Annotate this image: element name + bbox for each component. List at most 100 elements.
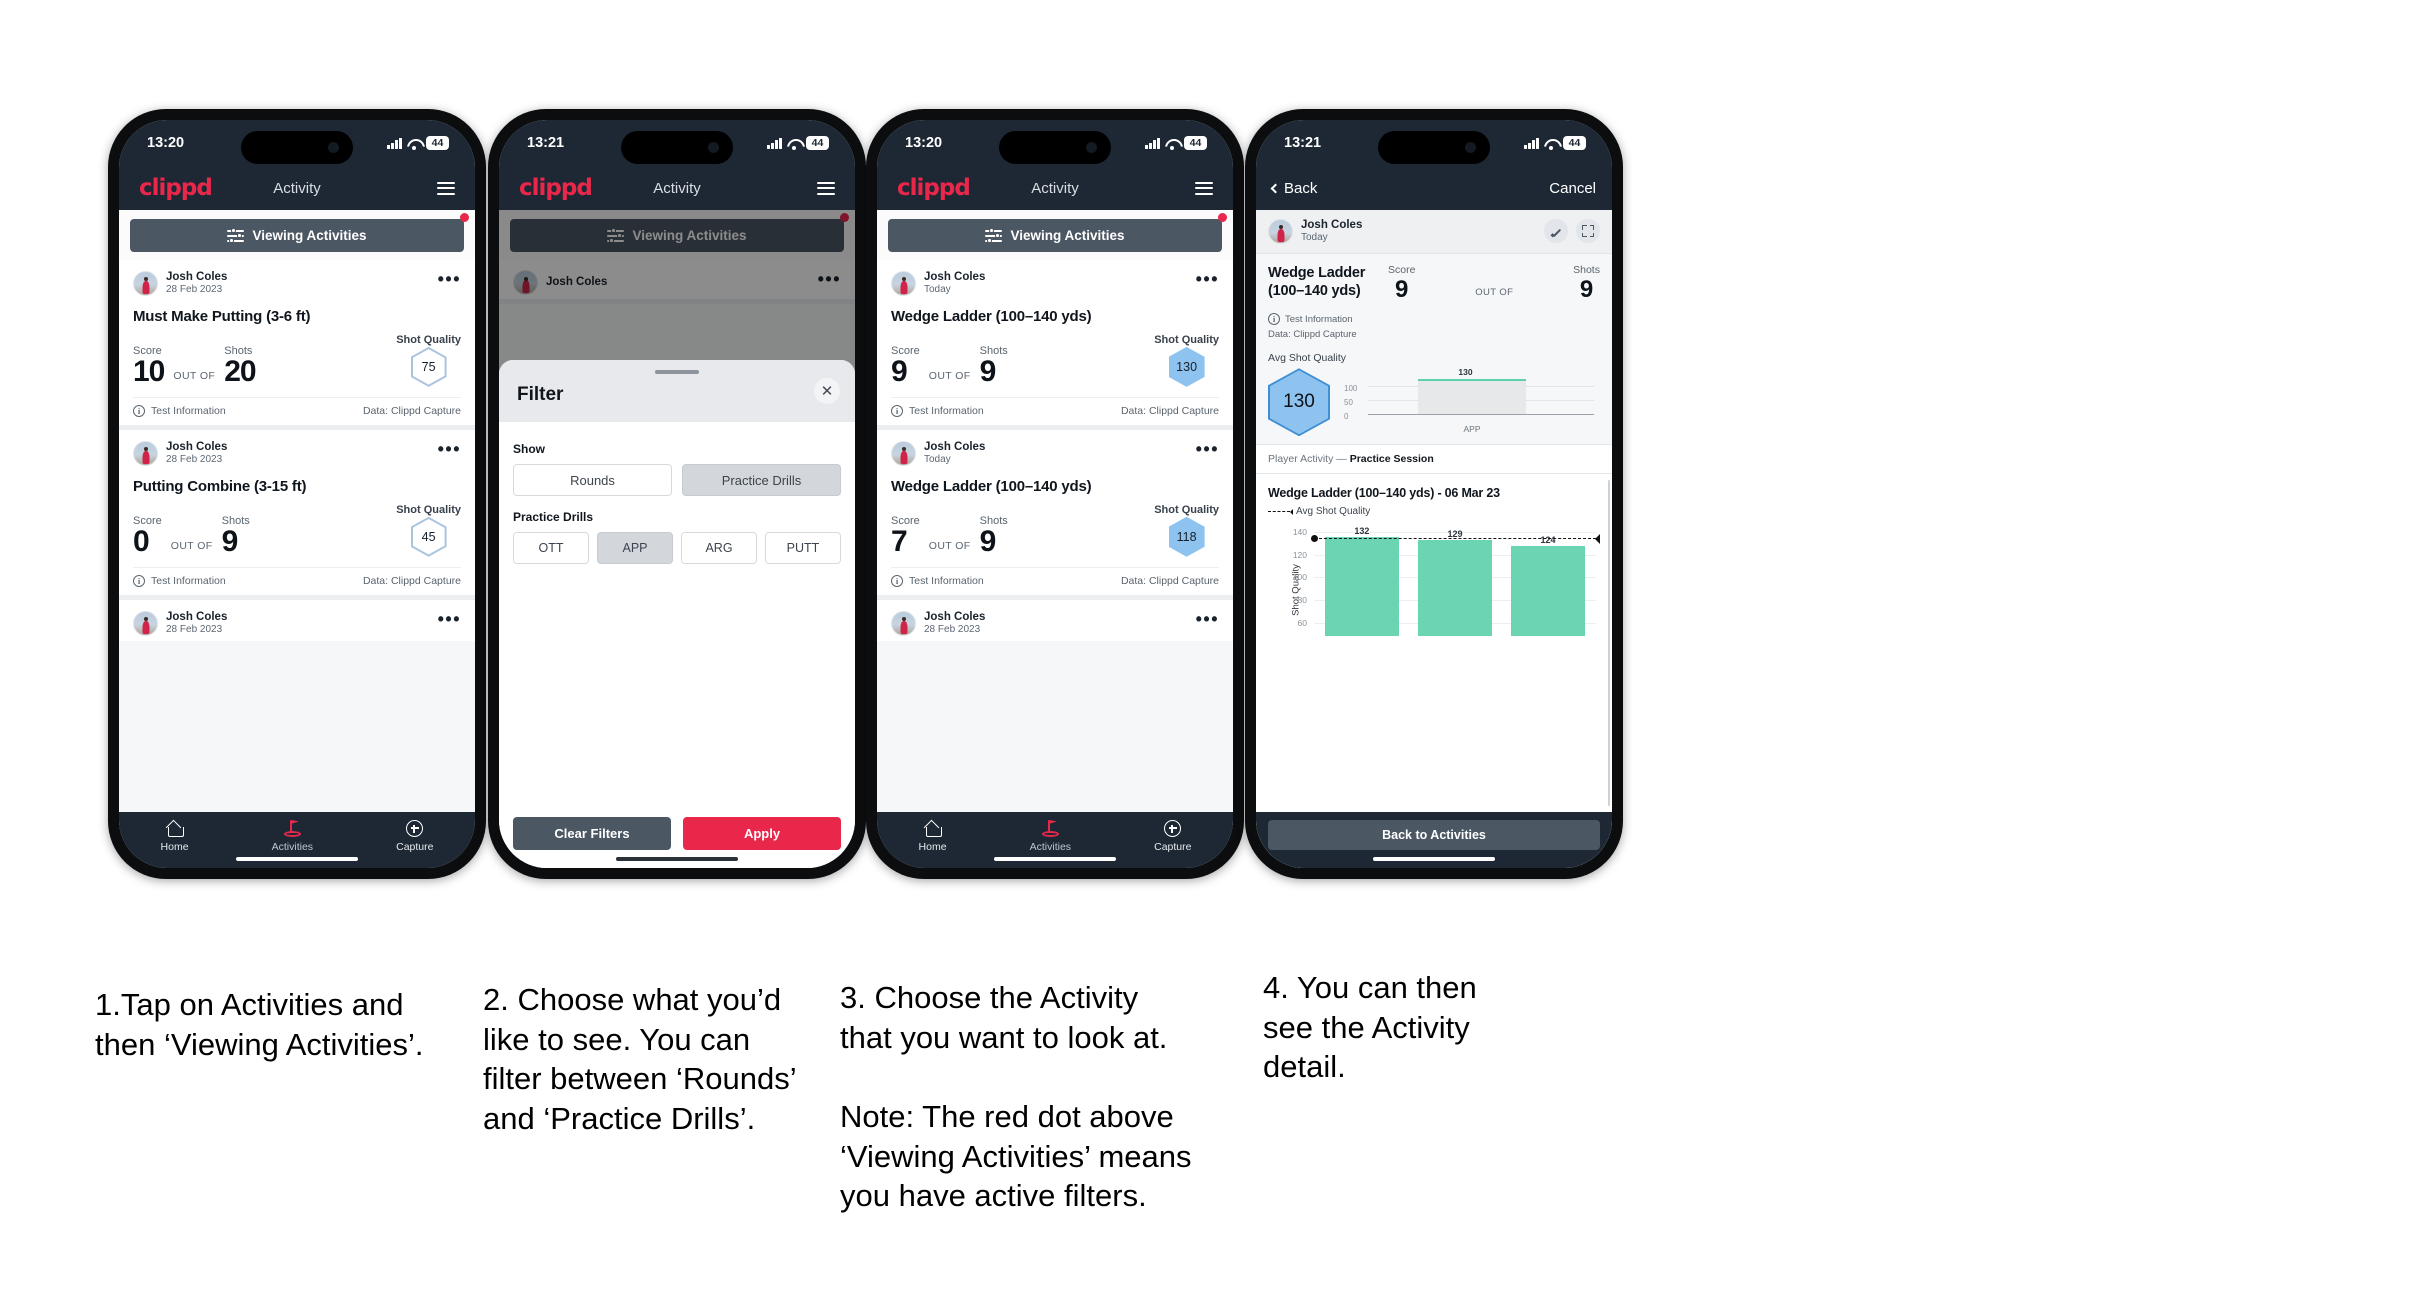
chip-ott[interactable]: OTT — [513, 532, 589, 564]
notch — [241, 131, 353, 164]
mini-bar-value: 130 — [1458, 367, 1473, 378]
ytick: 80 — [1297, 595, 1307, 606]
test-information-label[interactable]: Test Information — [151, 405, 226, 417]
chip-arg[interactable]: ARG — [681, 532, 757, 564]
test-information-label[interactable]: Test Information — [151, 575, 226, 587]
activity-date: 28 Feb 2023 — [166, 284, 223, 296]
activity-card[interactable]: Josh Coles Today ••• Wedge Ladder (100–1… — [877, 260, 1233, 430]
activity-card[interactable]: Josh Coles Today ••• Wedge Ladder (100–1… — [877, 429, 1233, 600]
notch — [999, 131, 1111, 164]
back-button[interactable]: Back — [1270, 180, 1317, 197]
menu-icon[interactable] — [437, 181, 455, 195]
menu-icon[interactable] — [817, 181, 835, 195]
player-activity-prefix: Player Activity — — [1268, 453, 1350, 466]
tab-capture[interactable]: Capture — [1154, 819, 1191, 853]
legend-dashed-line-icon — [1268, 508, 1293, 515]
viewing-activities-label: Viewing Activities — [252, 228, 367, 243]
out-of-label: OUT OF — [928, 539, 971, 552]
shots-value: 9 — [1579, 275, 1594, 303]
shot-quality-label: Shot Quality — [1154, 503, 1219, 516]
drag-handle[interactable] — [655, 370, 699, 374]
phone-2: 13:21 44 clippd Activity Viewing Activit… — [488, 109, 866, 879]
ytick: 140 — [1292, 526, 1307, 537]
shot-quality-hexagon: 130 — [1168, 346, 1205, 387]
show-option-rounds[interactable]: Rounds — [513, 464, 672, 496]
data-source-label: Data: Clippd Capture — [1268, 329, 1357, 341]
avatar — [891, 440, 916, 466]
battery-level: 44 — [806, 135, 829, 151]
more-options-icon[interactable]: ••• — [1196, 270, 1219, 291]
tab-activities[interactable]: Activities — [1030, 819, 1071, 853]
practice-drill-chips: OTT APP ARG PUTT — [513, 532, 841, 564]
more-options-icon[interactable]: ••• — [438, 610, 461, 631]
more-options-icon[interactable]: ••• — [438, 440, 461, 461]
activities-screen-2: Viewing Activities Josh Coles ••• Filter… — [499, 210, 855, 868]
clippd-logo[interactable]: clippd — [139, 176, 213, 200]
tutorial-board: 13:20 44 clippd Activity Viewing Activit… — [0, 0, 2423, 1303]
mini-ytick-100: 100 — [1344, 384, 1358, 394]
menu-icon[interactable] — [1195, 181, 1213, 195]
out-of-label: OUT OF — [1475, 286, 1514, 298]
clippd-logo[interactable]: clippd — [897, 176, 971, 200]
show-options: Rounds Practice Drills — [513, 464, 841, 496]
more-options-icon[interactable]: ••• — [438, 270, 461, 291]
filter-sheet: Filter ✕ Show Rounds Practice Drills Pra… — [499, 360, 855, 868]
close-icon[interactable]: ✕ — [814, 378, 840, 404]
show-option-practice-drills[interactable]: Practice Drills — [682, 464, 841, 496]
cancel-button[interactable]: Cancel — [1549, 180, 1596, 197]
mini-x-label: APP — [1463, 424, 1481, 435]
tab-home[interactable]: Home — [919, 819, 947, 853]
activity-title: Must Make Putting (3-6 ft) — [133, 307, 311, 325]
scrollbar[interactable] — [1607, 480, 1610, 806]
activity-card[interactable]: Josh Coles 28 Feb 2023 ••• — [119, 599, 475, 641]
home-icon — [925, 822, 942, 837]
ytick: 120 — [1292, 549, 1307, 560]
activity-card[interactable]: Josh Coles 28 Feb 2023 ••• Putting Combi… — [119, 429, 475, 600]
avatar — [133, 270, 158, 296]
home-icon — [167, 822, 184, 837]
test-information-label[interactable]: Test Information — [909, 405, 984, 417]
more-options-icon[interactable]: ••• — [1196, 440, 1219, 461]
plus-circle-icon — [1164, 820, 1182, 837]
shot-quality-value: 130 — [1170, 348, 1204, 386]
golf-flag-icon — [1041, 820, 1059, 837]
practice-drills-label: Practice Drills — [513, 510, 594, 524]
detail-score: Score 9 — [1388, 264, 1415, 302]
wifi-icon — [787, 138, 801, 150]
activity-date: 28 Feb 2023 — [924, 624, 981, 636]
tab-home[interactable]: Home — [161, 819, 189, 853]
activity-card[interactable]: Josh Coles 28 Feb 2023 ••• Must Make Put… — [119, 260, 475, 430]
battery-level: 44 — [1184, 135, 1207, 151]
viewing-activities-button[interactable]: Viewing Activities — [130, 219, 464, 252]
more-options-icon[interactable]: ••• — [1196, 610, 1219, 631]
chip-putt[interactable]: PUTT — [765, 532, 841, 564]
home-indicator — [994, 856, 1116, 861]
test-information-label[interactable]: Test Information — [909, 575, 984, 587]
tab-capture[interactable]: Capture — [396, 819, 433, 853]
bar-value: 132 — [1354, 526, 1370, 537]
back-to-activities-button[interactable]: Back to Activities — [1268, 820, 1600, 850]
activity-card[interactable]: Josh Coles 28 Feb 2023 ••• — [877, 599, 1233, 641]
fullscreen-button[interactable] — [1576, 219, 1600, 244]
test-information-label[interactable]: Test Information — [1285, 312, 1353, 327]
session-chart-card: Wedge Ladder (100–140 yds) - 06 Mar 23 A… — [1256, 474, 1612, 812]
wifi-icon — [1544, 138, 1558, 150]
detail-title: Wedge Ladder (100–140 yds) — [1268, 264, 1366, 299]
tab-activities[interactable]: Activities — [272, 819, 313, 853]
activity-title: Wedge Ladder (100–140 yds) — [891, 307, 1092, 325]
data-source-label: Data: Clippd Capture — [1120, 574, 1219, 587]
activities-screen-3: Viewing Activities Josh Coles Today ••• — [877, 210, 1233, 812]
legend-label: Avg Shot Quality — [1296, 506, 1371, 518]
apply-button[interactable]: Apply — [683, 817, 841, 850]
edit-button[interactable] — [1544, 219, 1568, 244]
clippd-logo[interactable]: clippd — [519, 176, 593, 200]
shot-quality-hexagon: 118 — [1168, 516, 1205, 557]
mini-ytick-0: 0 — [1344, 412, 1349, 422]
viewing-activities-button[interactable]: Viewing Activities — [888, 219, 1222, 252]
clear-filters-button[interactable]: Clear Filters — [513, 817, 671, 850]
chip-app[interactable]: APP — [597, 532, 673, 564]
chart-plot-area: 132 129 124 — [1311, 526, 1600, 637]
home-indicator — [616, 856, 738, 861]
data-source-label: Data: Clippd Capture — [362, 574, 461, 587]
app-bar-1: clippd Activity — [119, 166, 475, 210]
